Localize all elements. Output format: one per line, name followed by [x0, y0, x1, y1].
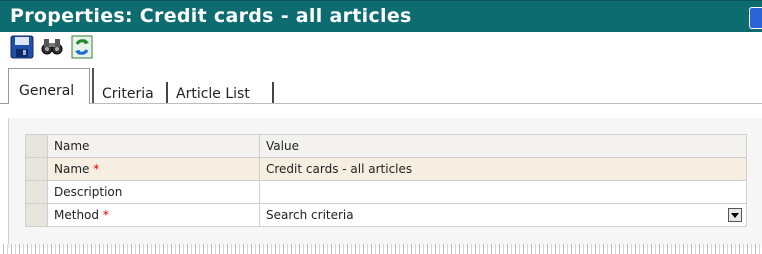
- method-select[interactable]: Search criteria: [259, 203, 747, 227]
- row-header-stub: [25, 180, 48, 204]
- tab-divider: [90, 103, 762, 104]
- title-bar: Properties: Credit cards - all articles: [0, 0, 762, 32]
- tab-strip: General Criteria Article List: [0, 64, 762, 114]
- save-button[interactable]: [10, 34, 34, 60]
- property-name-cell: Description: [47, 180, 260, 204]
- tab-divider: [0, 103, 8, 104]
- maximize-button[interactable]: [749, 7, 762, 29]
- truncated-content-strip: [0, 244, 762, 254]
- tab-separator: [92, 68, 94, 104]
- binoculars-icon: [41, 39, 63, 55]
- refresh-icon: [71, 35, 93, 59]
- required-marker: *: [93, 162, 100, 176]
- row-header-stub: [25, 134, 48, 158]
- property-name: Method: [54, 208, 100, 222]
- table-row[interactable]: Description: [25, 180, 747, 204]
- property-name-cell: Name *: [47, 157, 260, 181]
- tab-general-label: General: [19, 83, 75, 99]
- property-value-cell[interactable]: [259, 180, 747, 204]
- refresh-button[interactable]: [70, 34, 94, 60]
- chevron-down-icon[interactable]: [728, 208, 742, 222]
- property-name: Name: [54, 162, 90, 176]
- tab-general[interactable]: General: [8, 68, 90, 104]
- required-marker: *: [102, 208, 109, 222]
- column-header-value[interactable]: Value: [259, 134, 747, 158]
- table-row[interactable]: Method * Search criteria: [25, 203, 747, 227]
- search-button[interactable]: [40, 34, 64, 60]
- table-row[interactable]: Name * Credit cards - all articles: [25, 157, 747, 181]
- property-value-cell[interactable]: Credit cards - all articles: [259, 157, 747, 181]
- window-title: Properties: Credit cards - all articles: [10, 5, 412, 27]
- property-name-cell: Method *: [47, 203, 260, 227]
- tab-criteria-label: Criteria: [102, 86, 154, 102]
- properties-grid: Name Value Name * Credit cards - all art…: [25, 134, 747, 227]
- method-select-value: Search criteria: [266, 208, 354, 222]
- row-header-stub: [25, 157, 48, 181]
- table-header-row: Name Value: [25, 134, 747, 158]
- save-icon: [10, 35, 34, 59]
- tab-article-list[interactable]: Article List: [170, 82, 274, 104]
- tab-article-list-label: Article List: [176, 86, 250, 102]
- column-header-name[interactable]: Name: [47, 134, 260, 158]
- property-name: Description: [54, 185, 123, 199]
- row-header-stub: [25, 203, 48, 227]
- tab-criteria[interactable]: Criteria: [96, 82, 168, 104]
- properties-panel: Name Value Name * Credit cards - all art…: [8, 118, 762, 248]
